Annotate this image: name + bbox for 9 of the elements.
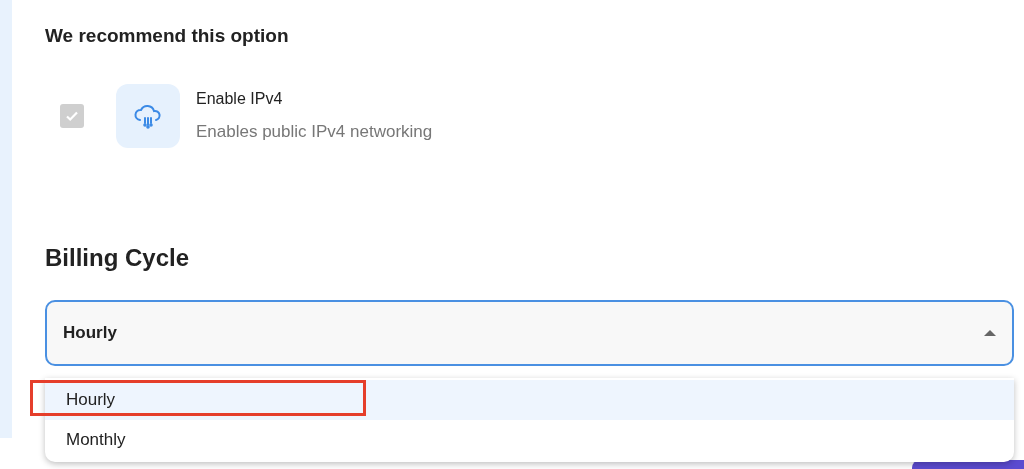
section-heading: We recommend this option [45, 24, 290, 48]
section-heading: Billing Cycle [45, 242, 191, 273]
dropdown-option[interactable]: Monthly [45, 420, 1014, 460]
select-value: Hourly [63, 321, 117, 344]
option-description: Enables public IPv4 networking [196, 120, 433, 143]
caret-icon [984, 328, 996, 337]
option-title: Enable IPv4 [196, 88, 284, 109]
dropdown-option[interactable]: Hourly [45, 380, 1014, 420]
billing-select[interactable]: Hourly [45, 299, 1014, 366]
